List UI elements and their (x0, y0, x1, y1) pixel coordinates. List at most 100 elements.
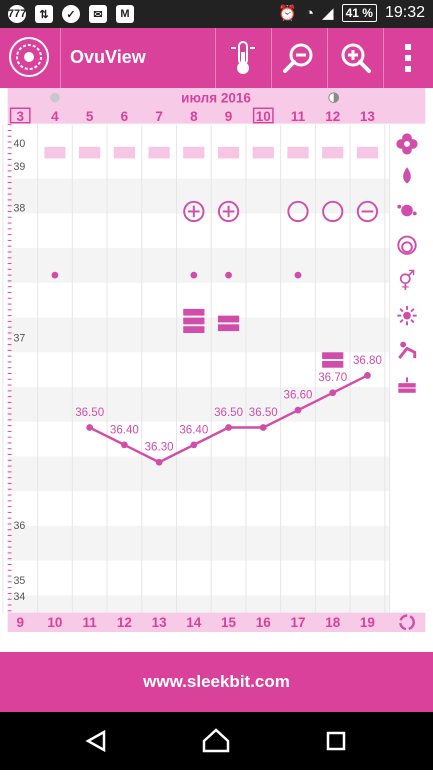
temperature-label: 36.60 (284, 390, 313, 402)
temperature-point (155, 458, 163, 466)
zoom-in-button[interactable] (327, 28, 383, 88)
period-bar (217, 146, 240, 159)
dot-marker (225, 271, 232, 279)
bleed-bar (322, 360, 344, 368)
day-bottom-15: 15 (221, 615, 237, 630)
day-top-5: 5 (86, 109, 94, 124)
alarm-icon: ⏰ (278, 5, 297, 22)
temperature-label: 36.70 (318, 372, 347, 384)
splat-icon (401, 204, 413, 217)
zoom-out-icon (283, 43, 313, 73)
nav-bar (0, 712, 433, 770)
more-vert-icon (405, 44, 411, 72)
signal-icon: ◢ (322, 5, 334, 22)
wifi-icon: ◔ (304, 4, 315, 22)
temperature-point (259, 424, 267, 431)
y-label-39: 39 (13, 161, 25, 173)
temperature-point (364, 372, 371, 379)
side-panel (389, 124, 426, 613)
dot-marker (190, 271, 198, 279)
period-bar (148, 146, 170, 159)
day-bottom-18: 18 (325, 615, 341, 630)
y-label-35: 35 (13, 575, 25, 587)
splat-icon (412, 211, 417, 216)
day-top-9: 9 (225, 109, 233, 124)
clock: 19:32 (384, 4, 425, 21)
day-bottom-13: 13 (152, 615, 168, 630)
zoom-in-icon (341, 43, 371, 73)
usb-icon: ⇅ (35, 5, 53, 23)
y-label-36: 36 (13, 520, 25, 532)
sleekbit-banner[interactable]: www.sleekbit.com (0, 652, 433, 712)
temperature-point (86, 424, 94, 431)
intercourse-icon (400, 341, 407, 348)
temperature-label: 36.80 (353, 355, 382, 367)
y-label-34: 34 (13, 591, 25, 603)
temperature-label: 36.50 (249, 407, 278, 419)
flower-icon-center (404, 141, 410, 147)
check-icon: ✓ (62, 5, 80, 23)
day-bottom-17: 17 (290, 615, 305, 630)
overflow-menu-button[interactable] (383, 28, 433, 88)
period-bar (252, 146, 274, 159)
zoom-out-button[interactable] (271, 28, 327, 88)
grid-stripe (7, 525, 390, 561)
period-bar (356, 146, 379, 159)
temperature-label: 36.50 (75, 407, 104, 419)
dot-marker (294, 271, 302, 279)
app-logo-icon[interactable] (9, 37, 49, 77)
bleed-bar (217, 324, 240, 332)
splat-icon (397, 204, 402, 209)
period-bar (79, 146, 101, 159)
gender-icon: ⚥ (398, 270, 415, 293)
day-top-4: 4 (51, 109, 59, 124)
temperature-label: 36.40 (179, 424, 208, 436)
thermometer-icon (231, 41, 255, 74)
day-bottom-11: 11 (83, 615, 98, 630)
period-bar (113, 146, 135, 159)
home-button[interactable] (202, 728, 230, 753)
app-777-icon: 777 (8, 5, 26, 23)
thermometer-button[interactable] (215, 28, 271, 88)
day-bottom-19: 19 (360, 615, 375, 630)
temperature-point (190, 441, 198, 449)
footer-url: www.sleekbit.com (143, 672, 290, 691)
battery-indicator: 41 % (341, 4, 377, 22)
bleed-bar (322, 352, 344, 360)
sun-icon (403, 311, 411, 320)
bleed-bar (183, 317, 205, 325)
gmail-icon: M (116, 5, 134, 23)
month-label: июля 2016 (181, 90, 251, 105)
mail-icon: ✉ (89, 5, 107, 23)
recents-button[interactable] (326, 731, 346, 751)
temperature-point (121, 441, 128, 449)
notification-icons: 777 ⇅ ✓ ✉ M (8, 5, 134, 23)
back-button[interactable] (85, 729, 106, 753)
day-top-10: 10 (256, 109, 271, 124)
grid-stripe (7, 456, 390, 492)
period-bar (287, 146, 309, 159)
status-bar: 777 ⇅ ✓ ✉ M ⏰ ◔ ◢ 41 % 19:32 (0, 0, 433, 28)
grid-stripe (7, 248, 390, 283)
period-bar (183, 146, 205, 159)
temperature-label: 36.30 (145, 442, 174, 454)
system-status: ⏰ ◔ ◢ 41 % 19:32 (278, 4, 425, 22)
y-label-37: 37 (13, 333, 25, 345)
day-top-11: 11 (291, 109, 306, 124)
day-top-6: 6 (121, 109, 129, 124)
day-top-3: 3 (16, 109, 24, 124)
day-bottom-12: 12 (117, 615, 132, 630)
cycle-chart[interactable]: июля 20163 4 5 6 7 8 9 10 11 12 134039383736353436… (0, 88, 433, 632)
temperature-label: 36.50 (214, 407, 243, 419)
day-top-13: 13 (360, 109, 376, 124)
bleed-bar (217, 315, 240, 323)
bleed-bar (183, 326, 205, 333)
period-bar (322, 146, 344, 159)
app-title: OvuView (70, 47, 146, 67)
y-label-40: 40 (13, 138, 25, 150)
day-bottom-16: 16 (256, 615, 272, 630)
day-bottom-10: 10 (47, 615, 62, 630)
day-top-7: 7 (155, 109, 163, 124)
temperature-label: 36.40 (110, 424, 139, 436)
dot-marker (51, 271, 59, 279)
